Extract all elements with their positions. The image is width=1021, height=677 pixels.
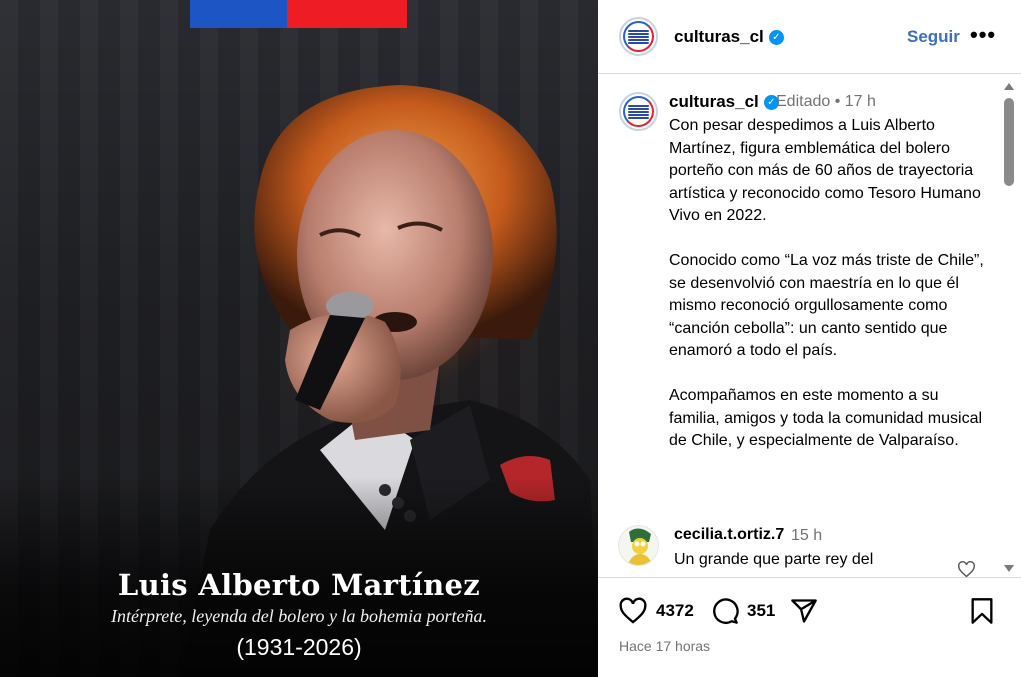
comment-like-heart-icon[interactable] bbox=[957, 561, 976, 577]
more-icon[interactable]: ••• bbox=[970, 22, 996, 48]
scroll-down-arrow[interactable] bbox=[1004, 565, 1014, 572]
comment-icon[interactable] bbox=[711, 597, 739, 625]
post-side-panel: culturas_cl ✓ Seguir ••• culturas_cl ✓ Edi… bbox=[598, 0, 1021, 677]
commenter-avatar[interactable] bbox=[618, 525, 659, 566]
caption-avatar[interactable] bbox=[619, 92, 658, 131]
image-caption-name: Luis Alberto Martínez bbox=[117, 568, 481, 602]
image-caption-years: (1931-2026) bbox=[236, 634, 362, 660]
caption-text: Con pesar despedimos a Luis Alberto Mart… bbox=[669, 117, 984, 449]
comment-time: 15 h bbox=[791, 527, 823, 544]
image-caption-subtitle: Intérprete, leyenda del bolero y la bohe… bbox=[110, 606, 488, 626]
flag-blue bbox=[190, 0, 287, 28]
follow-button[interactable]: Seguir bbox=[907, 27, 960, 47]
comment-text: Un grande que parte rey del bbox=[674, 551, 874, 568]
header-username[interactable]: culturas_cl ✓ bbox=[674, 27, 784, 47]
scroll-up-arrow[interactable] bbox=[1004, 83, 1014, 90]
caption-username-text[interactable]: culturas_cl bbox=[669, 92, 759, 111]
heart-icon[interactable] bbox=[619, 597, 647, 625]
comments-count[interactable]: 351 bbox=[747, 601, 775, 621]
comments-area[interactable]: culturas_cl ✓ Editado • 17 h Con pesar de… bbox=[598, 75, 1021, 577]
flag-red bbox=[287, 0, 407, 28]
scroll-thumb[interactable] bbox=[1004, 98, 1014, 186]
caption-meta: Editado • 17 h bbox=[776, 93, 876, 110]
posted-time: Hace 17 horas bbox=[619, 638, 711, 654]
action-bar: 4372 351 Hace 17 horas bbox=[598, 577, 1021, 677]
chile-flag-bar bbox=[190, 0, 407, 28]
post-image[interactable]: Luis Alberto Martínez Intérprete, leyend… bbox=[0, 0, 598, 677]
caption-username[interactable]: culturas_cl ✓ bbox=[669, 92, 779, 112]
profile-avatar[interactable] bbox=[619, 17, 658, 56]
verified-icon: ✓ bbox=[768, 30, 784, 46]
likes-count[interactable]: 4372 bbox=[656, 601, 694, 621]
commenter-username[interactable]: cecilia.t.ortiz.7 bbox=[674, 526, 784, 544]
share-icon[interactable] bbox=[790, 597, 818, 625]
post-header: culturas_cl ✓ Seguir ••• bbox=[598, 0, 1021, 74]
bookmark-icon[interactable] bbox=[968, 597, 996, 625]
scrollbar[interactable] bbox=[1003, 80, 1015, 575]
header-username-text[interactable]: culturas_cl bbox=[674, 27, 764, 46]
